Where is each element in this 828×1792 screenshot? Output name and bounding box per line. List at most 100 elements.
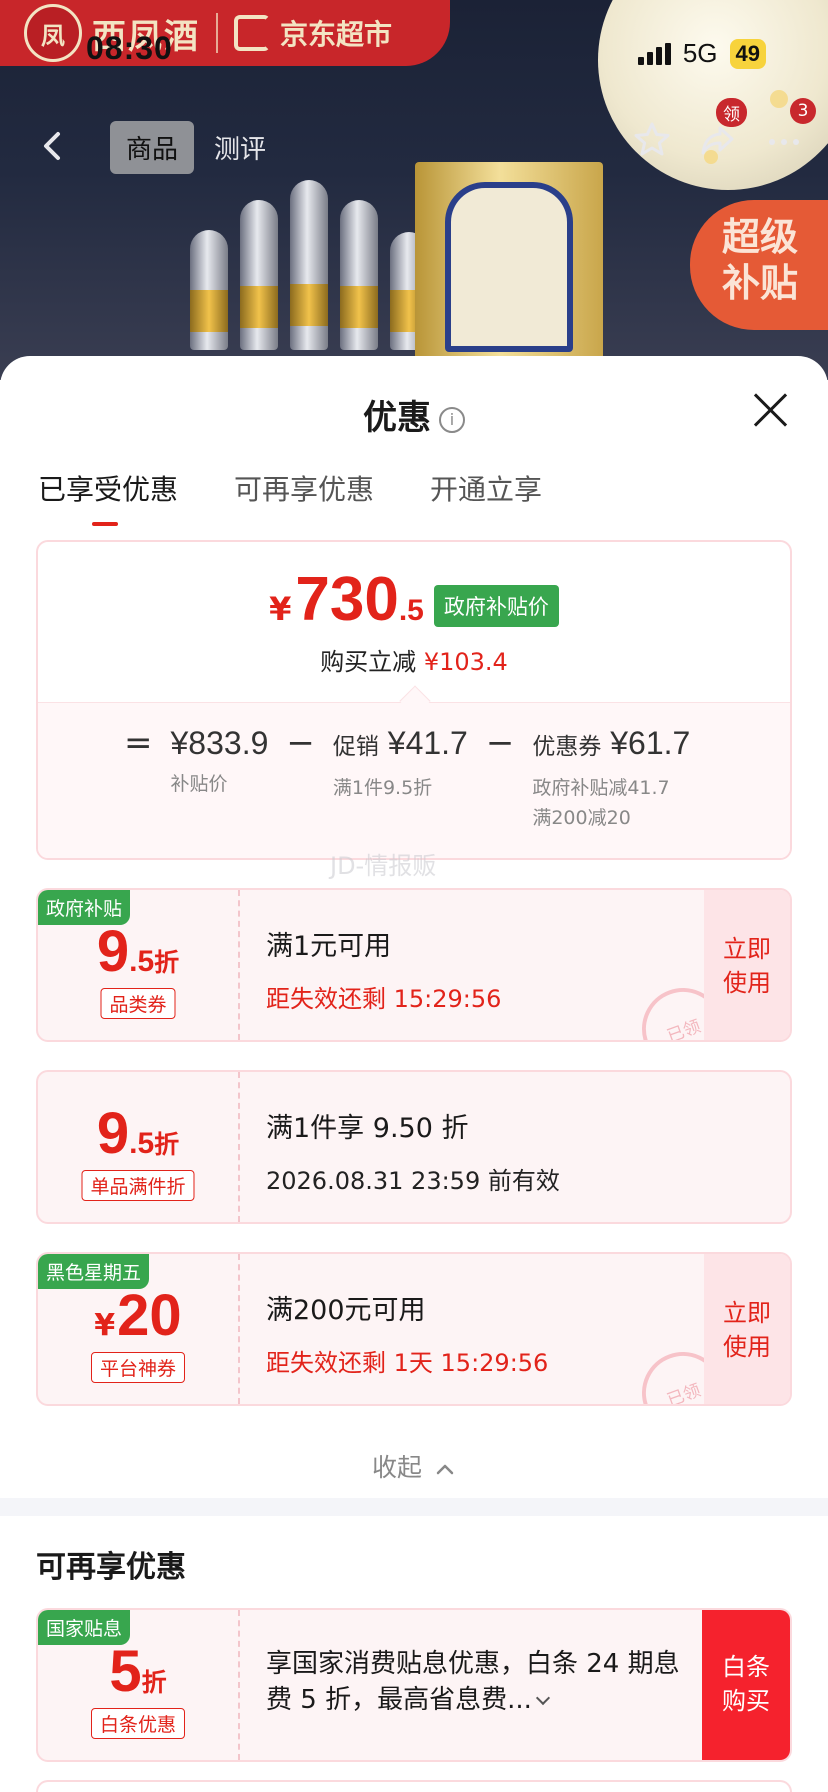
currency-symbol: ¥ — [269, 590, 292, 628]
battery-icon: 49 — [729, 38, 766, 69]
close-button[interactable] — [752, 392, 788, 428]
subsidy-price-col: ¥833.9 补贴价 — [171, 723, 269, 799]
coupon-description: 享国家消费贴息优惠，白条 24 期息费 5 折，最高省息费... — [266, 1649, 680, 1715]
next-card-peek — [36, 1780, 792, 1792]
final-price: ¥ 730 .5 政府补贴价 — [38, 564, 790, 635]
coupon-card[interactable]: 黑色星期五 ¥20 平台神券 满200元可用 距失效还剩 1天 15:29:56… — [36, 1252, 792, 1406]
chevron-up-icon — [436, 1464, 454, 1475]
subsidy-price-label: 补贴价 — [170, 773, 228, 795]
currency-symbol: ¥ — [94, 1308, 116, 1343]
equals-sign: = — [124, 723, 153, 763]
collapse-label: 收起 — [372, 1453, 423, 1482]
coupon-card[interactable]: 政府补贴 9.5 折 品类券 满1元可用 距失效还剩 15:29:56 已领 立即… — [36, 888, 792, 1042]
back-icon[interactable] — [28, 122, 76, 170]
product-hero: 凤 西凤酒 京东超市 08:30 5G 49 商品 测评 领 3 超级补贴 — [0, 0, 828, 380]
info-icon[interactable]: i — [439, 406, 465, 433]
baitiao-buy-button[interactable]: 白条 购买 — [702, 1610, 790, 1760]
coupon-amount: 9 — [96, 919, 130, 984]
gift-box-image — [415, 162, 603, 362]
coupon-col: 优惠券 ¥61.7 政府补贴减41.7 满200减20 — [532, 723, 690, 833]
product-image — [190, 180, 428, 350]
discount-tabs: 已享受优惠 可再享优惠 开通立享 — [38, 468, 542, 526]
coupon-amount: 9 — [96, 1101, 130, 1166]
coupon-unit: 折 — [141, 1668, 167, 1697]
reduce-row: 购买立减 ¥103.4 — [38, 642, 790, 677]
price-summary-card: ¥ 730 .5 政府补贴价 购买立减 ¥103.4 = ¥833.9 补贴价 … — [36, 540, 792, 860]
sheet-title-text: 优惠 — [363, 398, 431, 438]
nav-actions: 领 3 — [632, 98, 816, 160]
bottle-image — [340, 200, 378, 350]
coupon-amount: 20 — [117, 1283, 182, 1348]
super-subsidy-badge[interactable]: 超级补贴 — [690, 200, 828, 330]
coupon-note: 满200减20 — [532, 807, 631, 829]
reduce-value: ¥103.4 — [423, 648, 508, 676]
coupon-amount: 5 — [109, 1639, 142, 1704]
promo-note: 满1件9.5折 — [332, 777, 433, 799]
coupon-note: 政府补贴减41.7 — [532, 777, 670, 799]
promo-label: 促销 — [332, 734, 379, 760]
subsidy-price: ¥833.9 — [170, 725, 269, 761]
coupon-validity: 2026.08.31 23:59 前有效 — [266, 1167, 560, 1195]
message-count-badge: 3 — [790, 98, 816, 124]
coupon-amount-decimal: .5 — [129, 945, 155, 978]
coupon-type: 品类券 — [100, 988, 176, 1019]
signal-icon — [637, 42, 671, 65]
coupon-countdown: 距失效还剩 15:29:56 — [266, 985, 502, 1013]
section-title: 可再享优惠 — [36, 1550, 186, 1585]
nav-tabs: 商品 测评 — [110, 121, 282, 174]
sheet-title: 优惠 i — [0, 390, 828, 439]
price-decimal: .5 — [398, 594, 424, 627]
tab-enjoyed[interactable]: 已享受优惠 — [38, 468, 178, 526]
coupon-type: 平台神券 — [90, 1352, 186, 1383]
coupon-title: 满1件享 9.50 折 — [266, 1113, 469, 1144]
coupon-value: ¥61.7 — [610, 725, 691, 761]
coupon-amount-decimal: .5 — [129, 1127, 155, 1160]
coupon-card[interactable]: 9.5 折 单品满件折 满1件享 9.50 折 2026.08.31 23:59 … — [36, 1070, 792, 1224]
status-time: 08:30 — [86, 30, 173, 66]
more-button[interactable]: 3 — [764, 98, 816, 160]
reduce-label: 购买立减 — [320, 648, 417, 676]
chevron-down-icon[interactable] — [535, 1690, 550, 1706]
status-bar-right: 5G 49 — [637, 38, 766, 69]
minus-sign: − — [485, 723, 515, 763]
brand-shop: 京东超市 — [280, 18, 393, 51]
coupon-type: 单品满件折 — [81, 1170, 195, 1201]
use-now-button[interactable]: 立即 使用 — [704, 890, 790, 1040]
brand-seal-icon: 凤 — [24, 4, 82, 62]
section-divider — [0, 1498, 828, 1516]
price-breakdown: = ¥833.9 补贴价 − 促销 ¥41.7 满1件9.5折 − 优惠券 ¥6… — [38, 702, 790, 858]
coupon-title: 满1元可用 — [266, 931, 392, 962]
coupon-title: 满200元可用 — [266, 1295, 426, 1326]
promo-col: 促销 ¥41.7 满1件9.5折 — [333, 723, 468, 803]
watermark: JD-情报贩 — [330, 852, 437, 880]
brand-divider — [216, 13, 218, 53]
gov-subsidy-tag: 政府补贴价 — [433, 584, 559, 627]
bottle-image — [290, 180, 328, 350]
discount-sheet: 优惠 i 已享受优惠 可再享优惠 开通立享 ¥ 730 .5 政府补贴价 购买立减… — [0, 356, 828, 1792]
coupon-type: 白条优惠 — [90, 1708, 186, 1739]
bottle-image — [190, 230, 228, 350]
bottle-image — [240, 200, 278, 350]
tab-activate[interactable]: 开通立享 — [430, 468, 542, 526]
use-now-button[interactable]: 立即 使用 — [704, 1254, 790, 1404]
tab-review[interactable]: 测评 — [198, 121, 282, 174]
share-button[interactable]: 领 — [698, 98, 747, 160]
brand-banner: 凤 西凤酒 京东超市 — [0, 0, 450, 66]
tab-product[interactable]: 商品 — [110, 121, 195, 174]
promo-value: ¥41.7 — [387, 725, 468, 761]
coupon-unit: 折 — [154, 1130, 180, 1159]
tab-more-available[interactable]: 可再享优惠 — [234, 468, 374, 526]
blossom-decoration — [770, 90, 788, 108]
price-integer: 730 — [295, 565, 399, 634]
star-icon[interactable] — [632, 120, 672, 160]
more-icon — [769, 139, 799, 145]
coupon-unit: 折 — [154, 948, 180, 977]
coupon-label: 优惠券 — [532, 734, 602, 760]
network-label: 5G — [682, 38, 718, 68]
coupon-badge: 领 — [716, 98, 747, 127]
coupon-countdown: 距失效还剩 1天 15:29:56 — [266, 1349, 549, 1377]
minus-sign: − — [286, 723, 315, 763]
collapse-button[interactable]: 收起 — [0, 1448, 828, 1484]
jd-logo-icon — [234, 15, 270, 51]
installment-coupon-card[interactable]: 国家贴息 5折 白条优惠 享国家消费贴息优惠，白条 24 期息费 5 折，最高省… — [36, 1608, 792, 1762]
